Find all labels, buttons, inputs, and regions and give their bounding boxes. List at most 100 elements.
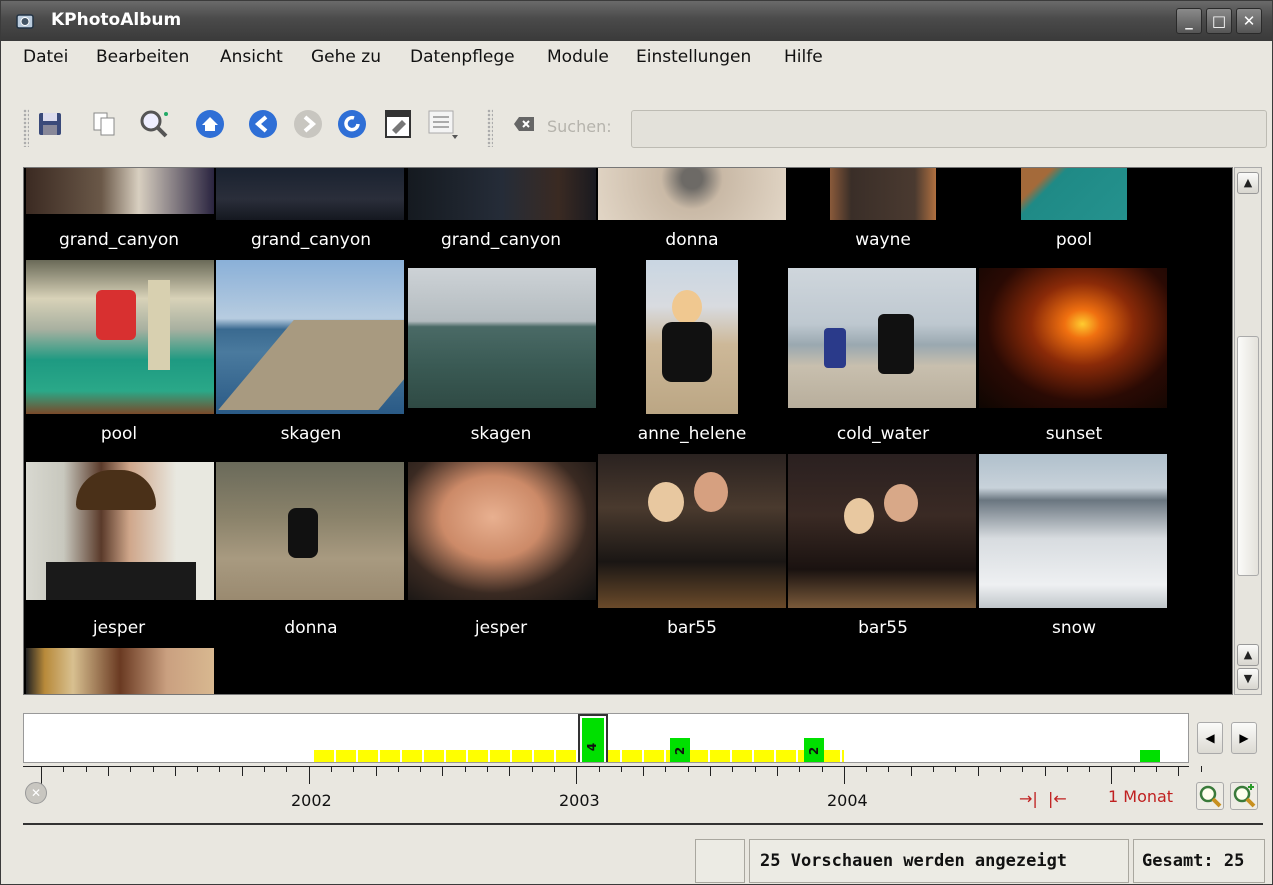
status-total: Gesamt: 25	[1133, 839, 1265, 883]
scroll-up-icon-2[interactable]: ▲	[1237, 644, 1259, 666]
axis-tick	[353, 766, 355, 772]
axis-tick	[264, 766, 265, 772]
menu-bearbeiten[interactable]: Bearbeiten	[96, 47, 189, 67]
thumbnail-caption: skagen	[470, 424, 532, 444]
thumbnail-image[interactable]	[979, 454, 1167, 608]
axis-tick	[174, 766, 176, 776]
thumbnail-caption: grand_canyon	[250, 230, 372, 250]
axis-tick	[933, 766, 934, 772]
date-timeline[interactable]: 4 2 2	[23, 713, 1189, 763]
axis-tick	[442, 766, 444, 776]
thumbnail-image[interactable]	[598, 454, 786, 608]
axis-tick	[1089, 766, 1091, 772]
vertical-scrollbar[interactable]: ▲ ▲ ▼	[1234, 167, 1262, 695]
axis-tick	[219, 766, 221, 772]
scroll-up-icon[interactable]: ▲	[1237, 172, 1259, 194]
thumbnail-image[interactable]	[26, 168, 214, 214]
axis-tick	[375, 766, 377, 776]
thumbnail-image[interactable]	[408, 462, 596, 600]
axis-tick	[308, 766, 310, 784]
axis-tick	[799, 766, 801, 772]
thumbnail-image[interactable]	[1021, 168, 1127, 220]
thumbnail-view[interactable]: grand_canyon grand_canyon grand_canyon d…	[23, 167, 1233, 695]
thumbnail-image[interactable]	[979, 268, 1167, 408]
refresh-icon[interactable]	[335, 107, 369, 141]
timeline-right-icon[interactable]: ▶	[1231, 722, 1257, 754]
thumbnail-image[interactable]	[26, 648, 214, 694]
thumbnail-caption: donna	[284, 618, 338, 638]
menu-einstellungen[interactable]: Einstellungen	[636, 47, 751, 67]
status-separator	[23, 823, 1263, 825]
axis-tick	[821, 766, 823, 772]
thumbnail-caption: pool	[1055, 230, 1093, 250]
axis-tick	[732, 766, 734, 772]
view-options-icon[interactable]	[425, 107, 459, 141]
axis-tick	[1022, 766, 1024, 772]
menu-ansicht[interactable]: Ansicht	[220, 47, 283, 67]
menu-module[interactable]: Module	[547, 47, 609, 67]
clear-search-icon[interactable]	[507, 107, 541, 141]
menu-datei[interactable]: Datei	[23, 47, 68, 67]
timeline-left-icon[interactable]: ◀	[1197, 722, 1223, 754]
thumbnail-caption: jesper	[92, 618, 146, 638]
count-bar[interactable]	[582, 718, 604, 762]
thumbnail-image[interactable]	[788, 454, 976, 608]
save-icon[interactable]	[33, 107, 67, 141]
thumbnail-image[interactable]	[26, 260, 214, 414]
axis-tick	[130, 766, 132, 772]
year-label: 2002	[291, 791, 332, 810]
axis-tick	[509, 766, 511, 776]
close-button[interactable]: ✕	[1236, 8, 1262, 34]
thumbnail-caption: grand_canyon	[58, 230, 180, 250]
axis-tick	[464, 766, 466, 772]
axis-tick	[531, 766, 533, 772]
thumbnail-image[interactable]	[646, 260, 738, 414]
axis-tick	[754, 766, 756, 772]
thumbnail-caption: bar55	[667, 618, 717, 638]
resolution-arrows-icon: →| |←	[1019, 789, 1067, 808]
thumbnail-image[interactable]	[408, 168, 596, 220]
toolbar-handle-2[interactable]	[487, 109, 493, 147]
menu-datenpflege[interactable]: Datenpflege	[410, 47, 515, 67]
menu-gehe-zu[interactable]: Gehe zu	[311, 47, 381, 67]
search-zoom-icon[interactable]	[137, 107, 171, 141]
thumbnail-caption: pool	[100, 424, 138, 444]
year-label: 2003	[559, 791, 600, 810]
search-input[interactable]	[631, 110, 1267, 148]
scroll-thumb[interactable]	[1237, 336, 1259, 576]
zoom-out-icon[interactable]	[1196, 782, 1224, 810]
axis-tick	[643, 766, 645, 776]
thumbnail-image[interactable]	[788, 268, 976, 408]
home-icon[interactable]	[193, 107, 227, 141]
timeline-axis: 2002 2003 2004	[23, 763, 1202, 813]
thumbnail-image[interactable]	[26, 462, 214, 600]
count-bar[interactable]	[1140, 750, 1160, 762]
back-icon[interactable]	[246, 107, 280, 141]
copy-icon[interactable]	[87, 107, 121, 141]
scroll-down-icon[interactable]: ▼	[1237, 668, 1259, 690]
clear-range-icon[interactable]: ✕	[25, 782, 47, 804]
toolbar-handle[interactable]	[23, 109, 29, 147]
thumbnail-image[interactable]	[408, 268, 596, 408]
axis-tick	[241, 766, 243, 776]
axis-tick	[620, 766, 622, 772]
maximize-button[interactable]: □	[1206, 8, 1232, 34]
zoom-in-icon[interactable]	[1230, 782, 1258, 810]
menu-hilfe[interactable]: Hilfe	[784, 47, 823, 67]
thumbnail-image[interactable]	[830, 168, 936, 220]
thumbnail-caption: cold_water	[836, 424, 930, 444]
app-window: KPhotoAlbum _ □ ✕ Datei Bearbeiten Ansic…	[0, 0, 1273, 885]
status-previews: 25 Vorschauen werden angezeigt	[749, 839, 1129, 883]
forward-icon[interactable]	[291, 107, 325, 141]
thumbnail-image[interactable]	[216, 462, 404, 600]
thumbnail-image[interactable]	[598, 168, 786, 220]
axis-tick	[665, 766, 667, 772]
axis-tick	[576, 766, 578, 784]
thumbnail-image[interactable]	[216, 260, 404, 414]
thumbnail-image[interactable]	[216, 168, 404, 220]
axis-tick	[776, 766, 778, 776]
axis-tick	[553, 766, 555, 772]
minimize-button[interactable]: _	[1176, 8, 1202, 34]
axis-tick	[687, 766, 689, 772]
slideshow-icon[interactable]	[381, 107, 415, 141]
